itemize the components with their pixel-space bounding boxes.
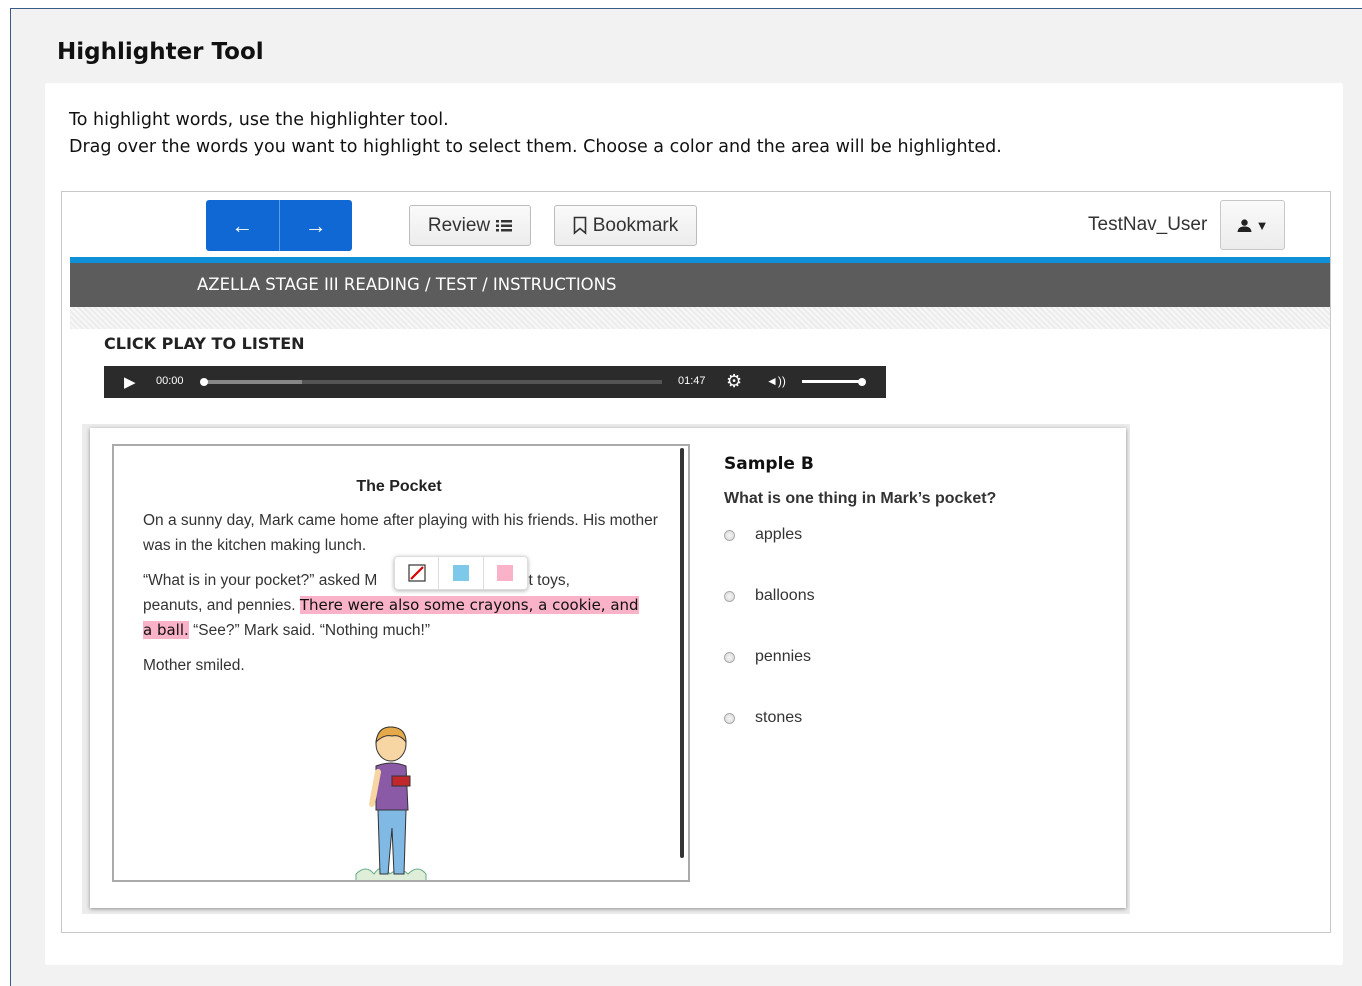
navigation-group: ← → bbox=[206, 200, 352, 251]
option-label: stones bbox=[755, 709, 803, 726]
review-button[interactable]: Review bbox=[409, 205, 531, 246]
boy-illustration bbox=[355, 726, 427, 880]
audio-progress-handle[interactable] bbox=[200, 378, 208, 386]
passage-panel: The Pocket On a sunny day, Mark came hom… bbox=[112, 444, 690, 882]
option-label: apples bbox=[755, 526, 803, 543]
question-card: The Pocket On a sunny day, Mark came hom… bbox=[90, 428, 1126, 908]
page-title: Highlighter Tool bbox=[57, 39, 264, 65]
question-area: The Pocket On a sunny day, Mark came hom… bbox=[82, 424, 1130, 914]
answer-option[interactable]: apples bbox=[724, 526, 802, 544]
passage-text-segment: “See?” Mark said. “Nothing much!” bbox=[193, 622, 430, 639]
answer-option[interactable]: balloons bbox=[724, 587, 815, 605]
bookmark-icon bbox=[573, 216, 587, 235]
option-label: balloons bbox=[755, 587, 815, 604]
previous-button[interactable]: ← bbox=[206, 200, 279, 251]
passage-scrollbar[interactable] bbox=[680, 448, 684, 858]
option-label: pennies bbox=[755, 648, 812, 665]
passage-text-segment: peanuts, and pennies. bbox=[143, 597, 296, 614]
highlighted-text[interactable]: There were also some crayons, a cookie, … bbox=[299, 596, 639, 614]
instruction-line-1: To highlight words, use the highlighter … bbox=[69, 110, 449, 130]
current-time: 00:00 bbox=[156, 375, 184, 387]
divider-pattern bbox=[70, 307, 1330, 329]
tutorial-card: To highlight words, use the highlighter … bbox=[45, 83, 1343, 965]
clear-highlight-icon[interactable] bbox=[395, 557, 438, 589]
passage-text: On a sunny day, Mark came home after pla… bbox=[143, 508, 673, 688]
radio-button[interactable] bbox=[724, 590, 735, 602]
review-label: Review bbox=[427, 214, 491, 236]
username: TestNav_User bbox=[1088, 214, 1208, 235]
highlighter-popup bbox=[394, 556, 528, 590]
volume-icon[interactable]: ◄)) bbox=[766, 374, 786, 388]
volume-slider[interactable] bbox=[802, 380, 864, 383]
passage-paragraph-1: On a sunny day, Mark came home after pla… bbox=[143, 512, 658, 554]
radio-button[interactable] bbox=[724, 529, 735, 541]
audio-player: ▶ 00:00 01:47 ⚙ ◄)) bbox=[104, 366, 886, 398]
passage-paragraph-3: Mother smiled. bbox=[143, 657, 245, 674]
user-menu-button[interactable]: ▼ bbox=[1220, 200, 1285, 250]
next-button[interactable]: → bbox=[278, 200, 352, 251]
passage-title: The Pocket bbox=[356, 478, 442, 495]
answer-option[interactable]: pennies bbox=[724, 648, 811, 666]
duration: 01:47 bbox=[678, 375, 706, 387]
testnav-toolbar: ← → Review Bookmark TestNav_User ▼ bbox=[70, 198, 1330, 254]
pink-highlight-swatch[interactable] bbox=[482, 557, 527, 589]
user-icon bbox=[1237, 218, 1252, 232]
highlighted-text[interactable]: a ball. bbox=[143, 621, 189, 639]
question-label: Sample B bbox=[724, 454, 814, 474]
radio-button[interactable] bbox=[724, 651, 735, 663]
audio-heading: CLICK PLAY TO LISTEN bbox=[104, 334, 305, 353]
question-text: What is one thing in Mark’s pocket? bbox=[724, 490, 997, 507]
instruction-line-2: Drag over the words you want to highligh… bbox=[69, 137, 1002, 157]
settings-gear-icon[interactable]: ⚙ bbox=[726, 371, 742, 392]
bookmark-label: Bookmark bbox=[592, 214, 679, 236]
bookmark-button[interactable]: Bookmark bbox=[554, 205, 697, 246]
list-icon bbox=[496, 219, 513, 231]
breadcrumb: AZELLA STAGE III READING / TEST / INSTRU… bbox=[70, 263, 1330, 307]
tutorial-frame: Highlighter Tool To highlight words, use… bbox=[10, 8, 1362, 986]
answer-option[interactable]: stones bbox=[724, 709, 802, 727]
testnav-screenshot: ← → Review Bookmark TestNav_User ▼ AZELL… bbox=[61, 191, 1331, 933]
audio-progress-track[interactable] bbox=[204, 380, 662, 384]
instructions: To highlight words, use the highlighter … bbox=[69, 107, 1002, 161]
play-icon[interactable]: ▶ bbox=[124, 373, 136, 391]
blue-highlight-swatch[interactable] bbox=[438, 557, 482, 589]
passage-text-segment: “What is in your pocket?” asked M bbox=[143, 572, 378, 589]
arrow-right-icon: → bbox=[304, 212, 327, 238]
arrow-left-icon: ← bbox=[231, 212, 254, 238]
volume-handle[interactable] bbox=[858, 378, 866, 386]
caret-down-icon: ▼ bbox=[1255, 217, 1269, 233]
radio-button[interactable] bbox=[724, 712, 735, 724]
